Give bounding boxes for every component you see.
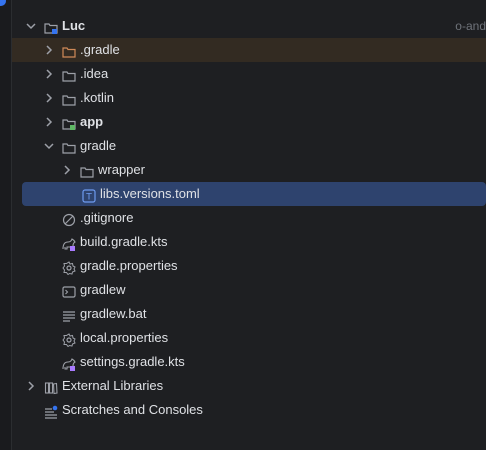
chevron-right-icon[interactable] [24, 374, 38, 398]
path-hint: o-and [455, 19, 486, 33]
chevron-down-icon[interactable] [24, 14, 38, 38]
tree-item-luc[interactable]: Luc o-and [12, 14, 486, 38]
terminal-icon [62, 283, 76, 298]
left-gutter [0, 0, 12, 450]
chevron-right-icon[interactable] [42, 62, 56, 86]
tree-item-libs-versions-toml[interactable]: T libs.versions.toml [22, 182, 486, 206]
tree-item-gradlew[interactable]: gradlew [12, 278, 486, 302]
folder-icon [62, 67, 76, 82]
tree-item-dot-gradle[interactable]: .gradle [12, 38, 486, 62]
excluded-folder-icon [62, 43, 76, 58]
tree-item-label: .gitignore [80, 210, 134, 225]
chevron-right-icon[interactable] [42, 110, 56, 134]
tree-item-build-gradle-kts[interactable]: build.gradle.kts [12, 230, 486, 254]
library-icon [44, 379, 58, 395]
tree-item-label: libs.versions.toml [100, 186, 200, 201]
toml-icon-letter: T [85, 193, 92, 203]
gradle-icon [62, 355, 76, 371]
scratches-icon [44, 403, 58, 419]
gradle-icon [62, 235, 76, 251]
tree-item-external-libraries[interactable]: External Libraries [12, 374, 486, 398]
folder-icon [62, 91, 76, 106]
tree-item-local-properties[interactable]: local.properties [12, 326, 486, 350]
tree-item-gradle[interactable]: gradle [12, 134, 486, 158]
tree-item-label: Scratches and Consoles [62, 402, 203, 417]
tree-item-label: local.properties [80, 330, 169, 345]
tree-item-label: wrapper [98, 162, 145, 177]
text-file-icon [62, 307, 76, 322]
tree-item-wrapper[interactable]: wrapper [12, 158, 486, 182]
tree-item-gradle-properties[interactable]: gradle.properties [12, 254, 486, 278]
chevron-right-icon[interactable] [42, 38, 56, 62]
tree-item-label: External Libraries [62, 378, 164, 393]
tree-item-label: app [80, 114, 104, 129]
tree-item-app[interactable]: app [12, 110, 486, 134]
tree-item-label: .kotlin [80, 90, 114, 105]
tree-item-label: settings.gradle.kts [80, 354, 185, 369]
module-folder-icon [44, 19, 58, 34]
android-module-folder-icon [62, 115, 76, 130]
tree-item-gradlew-bat[interactable]: gradlew.bat [12, 302, 486, 326]
tree-item-label: build.gradle.kts [80, 234, 168, 249]
tree-item-label: .gradle [80, 42, 120, 57]
chevron-right-icon[interactable] [42, 86, 56, 110]
tree-item-idea[interactable]: .idea [12, 62, 486, 86]
chevron-right-icon[interactable] [60, 158, 74, 182]
ignore-file-icon [62, 211, 76, 227]
tree-item-label: .idea [80, 66, 109, 81]
tree-item-label: gradlew [80, 282, 126, 297]
tree-item-kotlin[interactable]: .kotlin [12, 86, 486, 110]
toml-file-icon: T [82, 187, 96, 203]
tree-item-gitignore[interactable]: .gitignore [12, 206, 486, 230]
tree-item-settings-gradle-kts[interactable]: settings.gradle.kts [12, 350, 486, 374]
indicator-dot [0, 0, 6, 6]
chevron-down-icon[interactable] [42, 134, 56, 158]
tree-item-label: gradle.properties [80, 258, 178, 273]
settings-gear-icon [62, 331, 76, 348]
project-tree[interactable]: Luc o-and .gradle .idea .kotlin app grad… [12, 14, 486, 422]
tree-item-label: gradle [80, 138, 117, 153]
folder-icon [62, 139, 76, 154]
folder-icon [80, 163, 94, 178]
tree-item-label: gradlew.bat [80, 306, 147, 321]
tree-item-label: Luc [62, 18, 86, 33]
tree-item-scratches-and-consoles[interactable]: Scratches and Consoles [12, 398, 486, 422]
settings-gear-icon [62, 259, 76, 276]
